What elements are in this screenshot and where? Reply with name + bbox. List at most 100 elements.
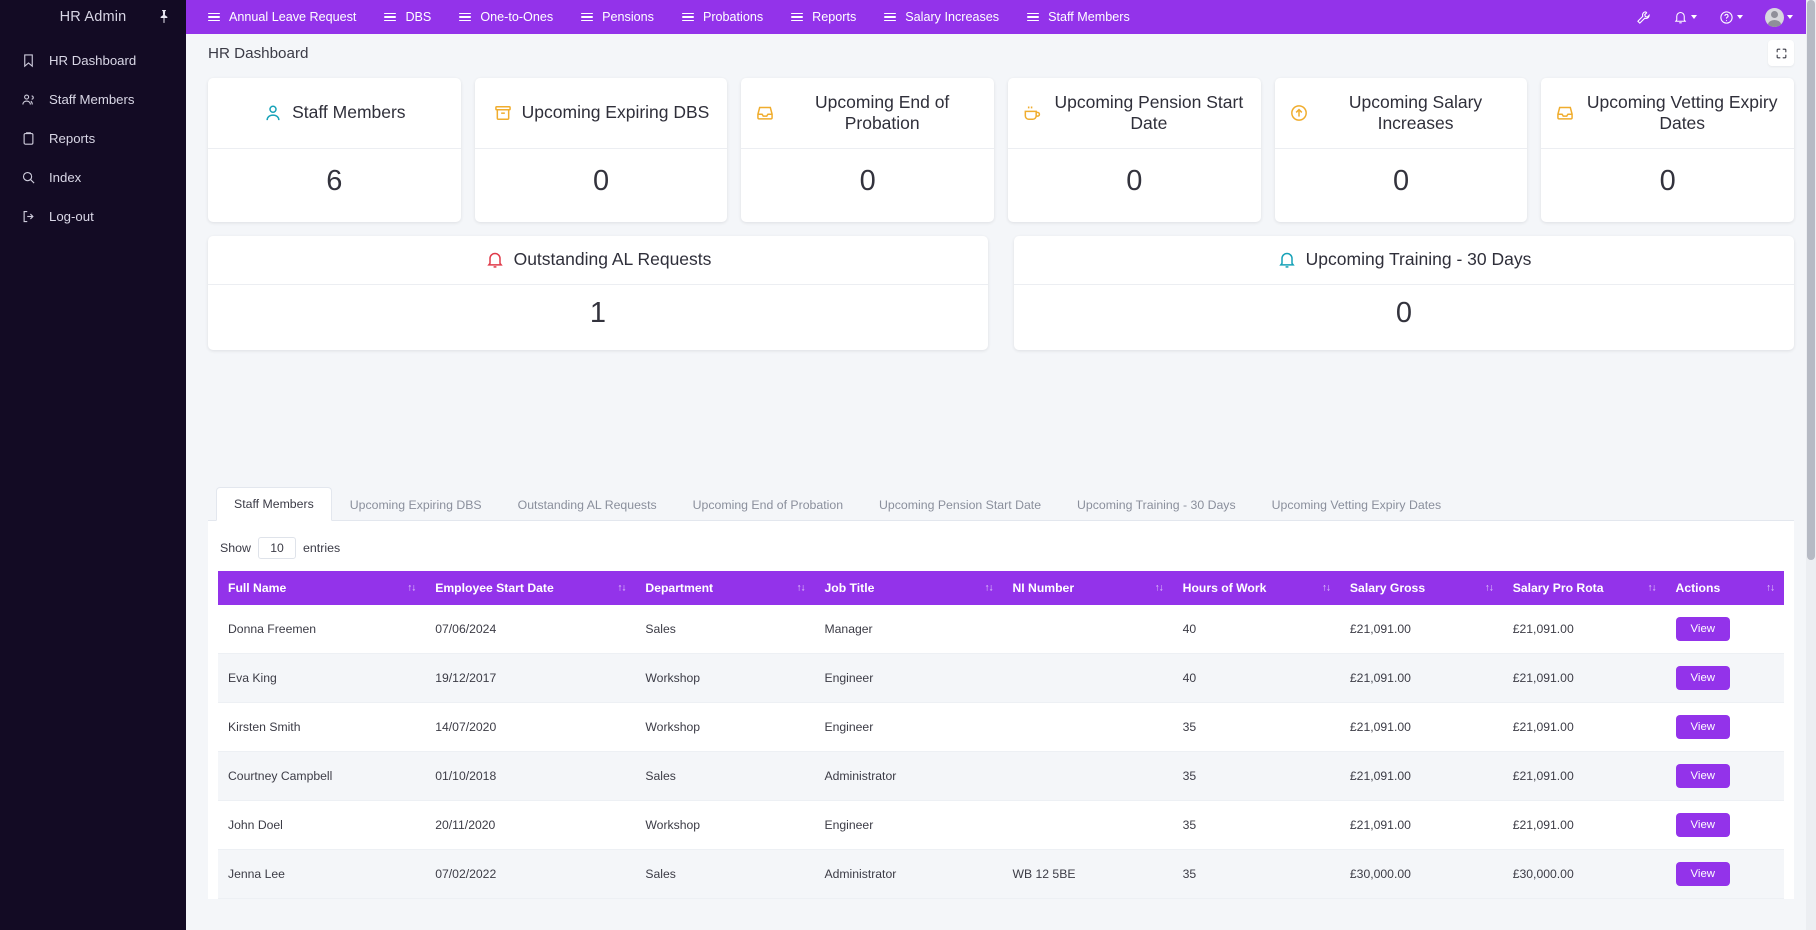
topnav-item-one-to-ones[interactable]: One-to-Ones <box>449 0 571 34</box>
cell-salary-pro-rota: £21,091.00 <box>1502 702 1666 752</box>
table-header: Full Name ↑↓ Employee Start Date ↑↓ Depart… <box>218 571 1784 605</box>
page-header: HR Dashboard <box>186 34 1816 72</box>
cell-salary-pro-rota: £30,000.00 <box>1502 849 1666 899</box>
tab-staff-members[interactable]: Staff Members <box>216 487 332 521</box>
column-header-actions[interactable]: Actions ↑↓ <box>1665 571 1784 605</box>
topnav-item-label: Pensions <box>602 10 654 24</box>
page-scrollbar[interactable] <box>1806 0 1816 930</box>
cell-department: Workshop <box>635 800 815 850</box>
cell-actions: View <box>1665 800 1784 850</box>
tab-upcoming-end-of-probation[interactable]: Upcoming End of Probation <box>675 488 861 521</box>
column-header-salary-gross[interactable]: Salary Gross ↑↓ <box>1339 571 1503 605</box>
stat-card-upcoming-salary-increases[interactable]: Upcoming Salary Increases 0 <box>1274 78 1528 222</box>
menu-icon <box>208 12 220 22</box>
column-label: Employee Start Date <box>435 581 554 595</box>
stat-card-header: Upcoming Vetting Expiry Dates <box>1541 78 1795 149</box>
topnav-item-label: Staff Members <box>1048 10 1130 24</box>
arrow-up-circle-icon <box>1289 103 1309 123</box>
tab-outstanding-al-requests[interactable]: Outstanding AL Requests <box>500 488 675 521</box>
view-button[interactable]: View <box>1675 666 1731 690</box>
tab-upcoming-training-30-days[interactable]: Upcoming Training - 30 Days <box>1059 488 1254 521</box>
stat-card-title: Upcoming End of Probation <box>815 91 950 133</box>
stat-card-upcoming-vetting-expiry-dates[interactable]: Upcoming Vetting Expiry Dates 0 <box>1541 78 1795 222</box>
app-root: HR Admin HR Dashboard Staff Members Repo… <box>0 0 1816 930</box>
cell-actions: View <box>1665 702 1784 752</box>
stat-card-value: 0 <box>859 165 876 197</box>
entries-select[interactable]: 10 <box>258 537 296 559</box>
stat-card-upcoming-training-30-days[interactable]: Upcoming Training - 30 Days 0 <box>1014 236 1794 350</box>
stat-card-upcoming-expiring-dbs[interactable]: Upcoming Expiring DBS 0 <box>474 78 728 222</box>
stat-card-title: Upcoming Expiring DBS <box>521 102 710 123</box>
cell-job-title: Engineer <box>814 800 1003 850</box>
column-label: NI Number <box>1012 581 1075 595</box>
cell-ni-number <box>1002 605 1173 654</box>
help-circle-icon[interactable] <box>1708 0 1754 34</box>
stat-card-outstanding-al-requests[interactable]: Outstanding AL Requests 1 <box>208 236 988 350</box>
sort-icon: ↑↓ <box>407 582 416 594</box>
column-label: Salary Gross <box>1349 581 1426 595</box>
bell-icon[interactable] <box>1662 0 1708 34</box>
column-header-employee-start-date[interactable]: Employee Start Date ↑↓ <box>425 571 636 605</box>
view-button[interactable]: View <box>1675 617 1731 641</box>
topnav-item-annual-leave-request[interactable]: Annual Leave Request <box>198 0 374 34</box>
topnav-item-salary-increases[interactable]: Salary Increases <box>874 0 1017 34</box>
sidebar-item-reports[interactable]: Reports <box>0 119 186 158</box>
cell-salary-gross: £21,091.00 <box>1339 605 1503 654</box>
view-button[interactable]: View <box>1675 715 1731 739</box>
pin-icon[interactable] <box>156 9 172 25</box>
column-header-ni-number[interactable]: NI Number ↑↓ <box>1002 571 1173 605</box>
sidebar-item-index[interactable]: Index <box>0 158 186 197</box>
search-icon <box>20 169 37 186</box>
sidebar-item-staff-members[interactable]: Staff Members <box>0 80 186 119</box>
coffee-icon <box>1022 103 1042 123</box>
sidebar-item-label: HR Dashboard <box>49 53 137 68</box>
table-row: Jenna Lee 07/02/2022 Sales Administrator WB … <box>218 849 1784 899</box>
scrollbar-thumb[interactable] <box>1807 0 1815 560</box>
stat-card-upcoming-pension-start-date[interactable]: Upcoming Pension Start Date 0 <box>1008 78 1261 222</box>
cell-salary-pro-rota: £21,091.00 <box>1502 751 1666 801</box>
tab-label: Upcoming Vetting Expiry Dates <box>1271 498 1442 512</box>
cell-actions: View <box>1665 653 1784 703</box>
wide-card-row: Outstanding AL Requests 1 Upcoming Train… <box>208 236 1794 350</box>
topnav-item-staff-members[interactable]: Staff Members <box>1017 0 1148 34</box>
sidebar-item-hr-dashboard[interactable]: HR Dashboard <box>0 41 186 80</box>
tab-upcoming-expiring-dbs[interactable]: Upcoming Expiring DBS <box>332 488 500 521</box>
view-button[interactable]: View <box>1675 813 1731 837</box>
tab-upcoming-vetting-expiry-dates[interactable]: Upcoming Vetting Expiry Dates <box>1254 488 1460 521</box>
topnav-item-probations[interactable]: Probations <box>672 0 781 34</box>
column-header-hours-of-work[interactable]: Hours of Work ↑↓ <box>1172 571 1340 605</box>
stat-card-header: Upcoming End of Probation <box>741 78 995 149</box>
table-row: Courtney Campbell 01/10/2018 Sales Administ… <box>218 751 1784 801</box>
cell-actions: View <box>1665 849 1784 899</box>
tab-upcoming-pension-start-date[interactable]: Upcoming Pension Start Date <box>861 488 1059 521</box>
column-header-salary-pro-rota[interactable]: Salary Pro Rota ↑↓ <box>1502 571 1666 605</box>
sidebar-item-log-out[interactable]: Log-out <box>0 197 186 236</box>
stat-card-title: Upcoming Vetting Expiry Dates <box>1586 91 1778 133</box>
fullscreen-icon[interactable] <box>1768 40 1794 66</box>
table-row: Kirsten Smith 14/07/2020 Workshop Engineer 3… <box>218 702 1784 752</box>
cell-start-date: 19/12/2017 <box>425 653 636 703</box>
cell-department: Workshop <box>635 653 815 703</box>
column-header-full-name[interactable]: Full Name ↑↓ <box>218 571 426 605</box>
stat-card-value: 6 <box>326 165 343 197</box>
view-button[interactable]: View <box>1675 862 1731 886</box>
topnav-item-reports[interactable]: Reports <box>781 0 874 34</box>
stat-card-upcoming-end-of-probation[interactable]: Upcoming End of Probation 0 <box>741 78 995 222</box>
column-header-job-title[interactable]: Job Title ↑↓ <box>814 571 1003 605</box>
stat-card-staff-members[interactable]: Staff Members 6 <box>208 78 461 222</box>
view-button[interactable]: View <box>1675 764 1731 788</box>
wrench-icon[interactable] <box>1625 0 1662 34</box>
column-header-department[interactable]: Department ↑↓ <box>635 571 815 605</box>
column-label: Job Title <box>824 581 875 595</box>
menu-icon <box>384 12 397 22</box>
topnav-item-label: DBS <box>405 10 432 24</box>
cell-job-title: Administrator <box>814 849 1003 899</box>
cell-full-name: Jenna Lee <box>218 849 426 899</box>
topnav-item-dbs[interactable]: DBS <box>374 0 449 34</box>
cell-job-title: Manager <box>814 605 1003 654</box>
user-avatar[interactable] <box>1754 0 1804 34</box>
column-label: Hours of Work <box>1182 581 1267 595</box>
cell-job-title: Administrator <box>814 751 1003 801</box>
topnav-item-pensions[interactable]: Pensions <box>571 0 672 34</box>
stat-card-header: Upcoming Expiring DBS <box>474 78 728 149</box>
